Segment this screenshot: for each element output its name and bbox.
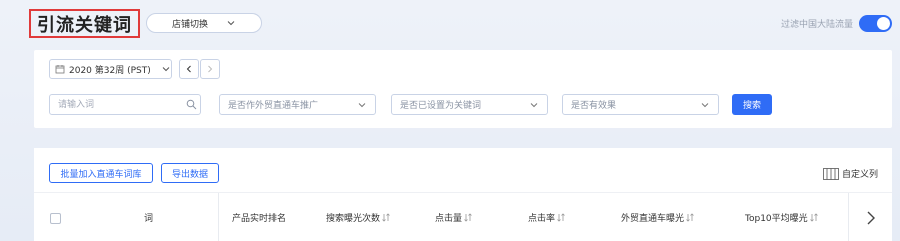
week-selector[interactable]: 2020 第32周 (PST)	[49, 59, 172, 79]
chevron-left-icon	[186, 65, 191, 73]
filter-mainland-label: 过滤中国大陆流量	[780, 19, 853, 30]
chevron-down-icon	[227, 21, 235, 26]
dropdown-is-effective[interactable]: 是否有效果	[562, 94, 719, 115]
page-title-highlight: 引流关键词	[29, 9, 140, 38]
column-header-label: 搜索曝光次数	[326, 214, 381, 224]
chevron-down-icon	[162, 67, 170, 72]
column-header-label: Top10平均曝光	[745, 214, 808, 224]
column-header-clicks[interactable]: 点击量	[435, 211, 472, 224]
toggle-knob	[877, 16, 890, 30]
column-header-realtime-rank: 产品实时排名	[232, 211, 286, 224]
next-week-button[interactable]	[200, 59, 220, 79]
chevron-down-icon	[358, 102, 366, 107]
dropdown-label: 是否已设置为关键词	[400, 101, 482, 111]
column-header-ctr[interactable]: 点击率	[528, 211, 565, 224]
sort-icon[interactable]	[557, 213, 565, 222]
sort-icon[interactable]	[686, 213, 694, 222]
dropdown-label: 是否作外贸直通车推广	[228, 101, 319, 111]
search-button[interactable]: 搜索	[732, 94, 772, 115]
column-header-label: 点击量	[435, 214, 463, 224]
prev-week-button[interactable]	[179, 59, 199, 79]
column-header-top10-avg-impressions[interactable]: Top10平均曝光	[745, 211, 818, 224]
week-label: 2020 第32周 (PST)	[69, 65, 151, 76]
keyword-search-input[interactable]	[49, 94, 201, 115]
columns-icon	[823, 167, 839, 180]
filter-panel: 2020 第32周 (PST) 是否作外贸直通车推广 是否已设置为关键词 是否有…	[34, 50, 892, 128]
batch-add-p4p-button[interactable]: 批量加入直通车词库	[49, 163, 153, 183]
export-data-button[interactable]: 导出数据	[161, 163, 219, 183]
dropdown-p4p-promotion[interactable]: 是否作外贸直通车推广	[219, 94, 376, 115]
keyword-table-panel: 批量加入直通车词库 导出数据 自定义列 词 产品实时排名 搜索曝光次数 点击量 …	[34, 148, 892, 241]
select-all-checkbox[interactable]	[50, 213, 61, 224]
toggle-switch[interactable]	[859, 14, 892, 32]
table-header: 词 产品实时排名 搜索曝光次数 点击量 点击率 外贸直通车曝光 Top10平均曝…	[34, 192, 892, 241]
store-switch-dropdown[interactable]: 店铺切换	[146, 13, 262, 33]
page-title: 引流关键词	[37, 14, 132, 36]
dropdown-is-keyword[interactable]: 是否已设置为关键词	[391, 94, 548, 115]
search-icon[interactable]	[186, 99, 197, 110]
column-divider	[218, 193, 219, 241]
column-header-label: 点击率	[528, 214, 556, 224]
column-header-search-impressions[interactable]: 搜索曝光次数	[326, 211, 390, 224]
sort-icon[interactable]	[464, 213, 472, 222]
column-header-word: 词	[144, 211, 153, 224]
filter-mainland-toggle[interactable]: 过滤中国大陆流量	[781, 13, 892, 33]
column-header-label: 外贸直通车曝光	[621, 214, 685, 224]
sort-icon[interactable]	[809, 213, 818, 222]
dropdown-label: 是否有效果	[571, 101, 617, 111]
chevron-down-icon	[530, 102, 538, 107]
column-header-label: 产品实时排名	[232, 214, 287, 224]
chevron-right-icon	[867, 211, 875, 224]
custom-columns-button[interactable]: 自定义列	[823, 167, 878, 180]
store-switch-label: 店铺切换	[171, 19, 208, 30]
custom-columns-label: 自定义列	[841, 170, 878, 180]
calendar-icon	[55, 65, 65, 74]
column-header-label: 词	[144, 214, 154, 224]
scroll-columns-right-button[interactable]	[848, 193, 892, 241]
chevron-right-icon	[208, 65, 213, 73]
sort-icon[interactable]	[382, 213, 390, 222]
column-header-p4p-impressions[interactable]: 外贸直通车曝光	[621, 211, 694, 224]
chevron-down-icon	[701, 102, 709, 107]
